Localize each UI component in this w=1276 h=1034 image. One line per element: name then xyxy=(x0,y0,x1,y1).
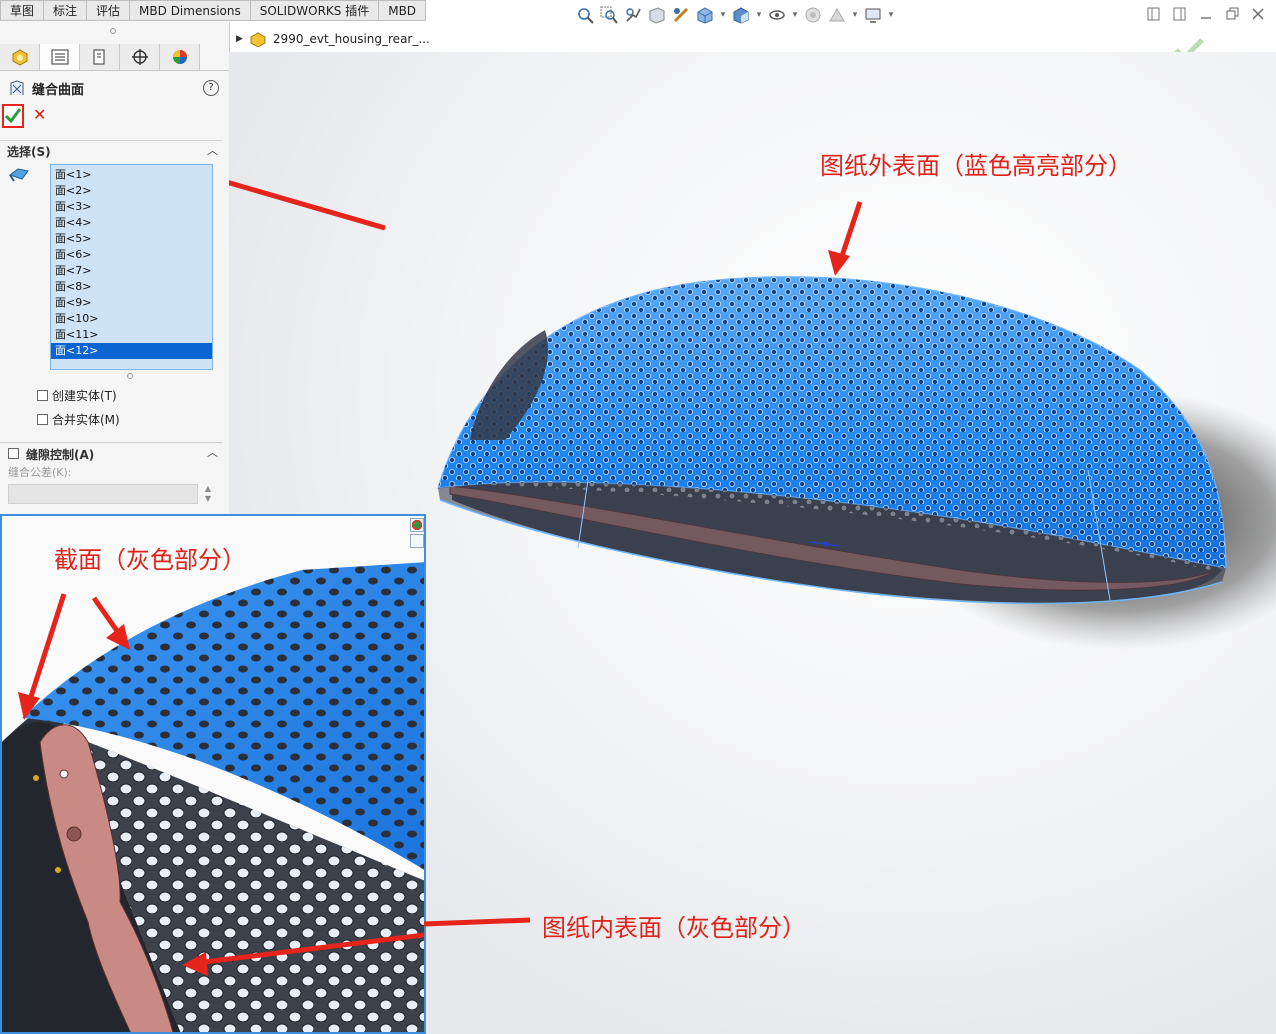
dimxpert-manager-tab[interactable] xyxy=(120,44,160,70)
view-settings-icon[interactable] xyxy=(862,4,884,26)
tab-markup[interactable]: 标注 xyxy=(44,0,88,21)
selection-section-title: 选择(S) xyxy=(7,145,51,159)
face-selection-icon xyxy=(8,168,29,182)
apply-scene-icon[interactable] xyxy=(826,4,848,26)
gap-control-title: 缝隙控制(A) xyxy=(26,448,95,462)
checkmark-icon xyxy=(4,108,22,124)
appearance-ball-icon xyxy=(173,50,187,64)
face-list-item[interactable]: 面<7> xyxy=(51,263,212,279)
part-icon xyxy=(250,32,266,47)
property-manager-title: 缝合曲面 xyxy=(8,78,84,98)
property-manager-panel: 缝合曲面 ? ✕ 选择(S) ︿ 面<1> 面<2> 面<3> 面<4> 面<5> 面<6… xyxy=(0,22,230,514)
tab-evaluate[interactable]: 评估 xyxy=(87,0,131,21)
chevron-down-icon[interactable]: ▾ xyxy=(790,4,800,26)
heads-up-view-toolbar: ▾ ▾ ▾ ▾ ▾ xyxy=(574,4,896,26)
selection-section-header[interactable]: 选择(S) ︿ xyxy=(0,140,222,159)
create-solid-label: 创建实体(T) xyxy=(52,388,117,403)
restore-icon[interactable] xyxy=(1224,6,1240,22)
display-style-icon[interactable] xyxy=(730,4,752,26)
panel-grip[interactable] xyxy=(110,28,116,34)
knit-surface-icon xyxy=(10,80,24,95)
configuration-manager-tab[interactable] xyxy=(80,44,120,70)
property-manager-tab[interactable] xyxy=(40,44,80,70)
face-list-item[interactable]: 面<8> xyxy=(51,279,212,295)
chevron-down-icon[interactable]: ▾ xyxy=(754,4,764,26)
tolerance-spinner[interactable]: ▲ ▼ xyxy=(202,484,214,504)
ok-button[interactable] xyxy=(2,104,24,128)
list-resize-grip[interactable] xyxy=(127,373,133,379)
tab-solidworks-addins[interactable]: SOLIDWORKS 插件 xyxy=(250,0,380,21)
help-button[interactable]: ? xyxy=(203,80,219,96)
chevron-up-icon[interactable]: ︿ xyxy=(207,142,218,158)
create-solid-option[interactable]: 创建实体(T) xyxy=(37,387,117,403)
face-list-item[interactable]: 面<5> xyxy=(51,231,212,247)
merge-entities-label: 合并实体(M) xyxy=(52,412,120,427)
manager-tabs xyxy=(0,44,229,71)
appearances-icon[interactable] xyxy=(410,518,424,532)
tolerance-input[interactable] xyxy=(8,484,198,504)
inset-toolbar xyxy=(410,518,424,548)
tab-mbd[interactable]: MBD xyxy=(379,0,427,21)
gap-control-checkbox[interactable] xyxy=(8,448,19,459)
crosshair-icon xyxy=(132,49,148,65)
custom-properties-icon[interactable] xyxy=(410,534,424,548)
tab-sketch[interactable]: 草图 xyxy=(0,0,45,21)
inner-surface-annotation: 图纸内表面（灰色部分） xyxy=(542,914,806,942)
feature-tree-flyout[interactable]: ▶ 2990_evt_housing_rear_... xyxy=(236,31,430,47)
face-list-item[interactable]: 面<6> xyxy=(51,247,212,263)
gap-control-section-header[interactable]: 缝隙控制(A) ︿ xyxy=(0,442,222,463)
face-list-item[interactable]: 面<12> xyxy=(51,343,212,359)
feature-title: 缝合曲面 xyxy=(32,82,85,98)
previous-view-icon[interactable] xyxy=(622,4,644,26)
merge-entities-checkbox[interactable] xyxy=(37,413,48,425)
face-list-item[interactable]: 面<1> xyxy=(51,167,212,183)
view-orientation-icon[interactable] xyxy=(694,4,716,26)
part-name: 2990_evt_housing_rear_... xyxy=(272,32,430,46)
inset-graphics xyxy=(2,516,424,1032)
configuration-icon xyxy=(93,49,105,65)
chevron-down-icon[interactable]: ▾ xyxy=(718,4,728,26)
minimize-icon[interactable] xyxy=(1198,6,1214,22)
merge-entities-option[interactable]: 合并实体(M) xyxy=(37,411,120,427)
close-icon[interactable] xyxy=(1250,6,1266,22)
chevron-down-icon[interactable]: ▾ xyxy=(886,4,896,26)
face-list-item[interactable]: 面<3> xyxy=(51,199,212,215)
create-solid-checkbox[interactable] xyxy=(37,389,48,401)
face-list-item[interactable]: 面<2> xyxy=(51,183,212,199)
feature-manager-tab[interactable] xyxy=(0,44,40,70)
cancel-button[interactable]: ✕ xyxy=(33,104,49,126)
zoom-area-icon[interactable] xyxy=(598,4,620,26)
tolerance-label: 缝合公差(K): xyxy=(8,466,72,479)
command-manager-tabs: 草图 标注 评估 MBD Dimensions SOLIDWORKS 插件 MB… xyxy=(0,0,427,22)
zoom-to-fit-icon[interactable] xyxy=(574,4,596,26)
face-list-item[interactable]: 面<9> xyxy=(51,295,212,311)
hide-show-icon[interactable] xyxy=(766,4,788,26)
feature-tree-icon xyxy=(12,49,28,66)
section-view-icon[interactable] xyxy=(646,4,668,26)
inner-surface-arrow xyxy=(424,917,531,927)
faces-to-knit-list[interactable]: 面<1> 面<2> 面<3> 面<4> 面<5> 面<6> 面<7> 面<8> 面<9> 面<10… xyxy=(50,164,213,370)
face-list-item[interactable]: 面<11> xyxy=(51,327,212,343)
section-face-annotation: 截面（灰色部分） xyxy=(54,546,246,574)
property-list-icon xyxy=(51,49,69,65)
expand-arrow-icon[interactable]: ▶ xyxy=(236,34,243,44)
tab-mbd-dimensions[interactable]: MBD Dimensions xyxy=(130,0,251,21)
chevron-down-icon[interactable]: ▾ xyxy=(850,4,860,26)
face-list-item[interactable]: 面<10> xyxy=(51,311,212,327)
edit-appearance-icon[interactable] xyxy=(802,4,824,26)
outer-surface-annotation: 图纸外表面（蓝色高亮部分） xyxy=(820,152,1132,180)
panel-left-icon[interactable] xyxy=(1146,6,1162,22)
window-controls xyxy=(1146,6,1266,22)
face-list-item[interactable]: 面<4> xyxy=(51,215,212,231)
chevron-up-icon[interactable]: ︿ xyxy=(207,444,218,460)
zoomed-section-inset xyxy=(0,514,426,1034)
panel-right-icon[interactable] xyxy=(1172,6,1188,22)
display-manager-tab[interactable] xyxy=(160,44,200,70)
dynamic-annotation-icon[interactable] xyxy=(670,4,692,26)
